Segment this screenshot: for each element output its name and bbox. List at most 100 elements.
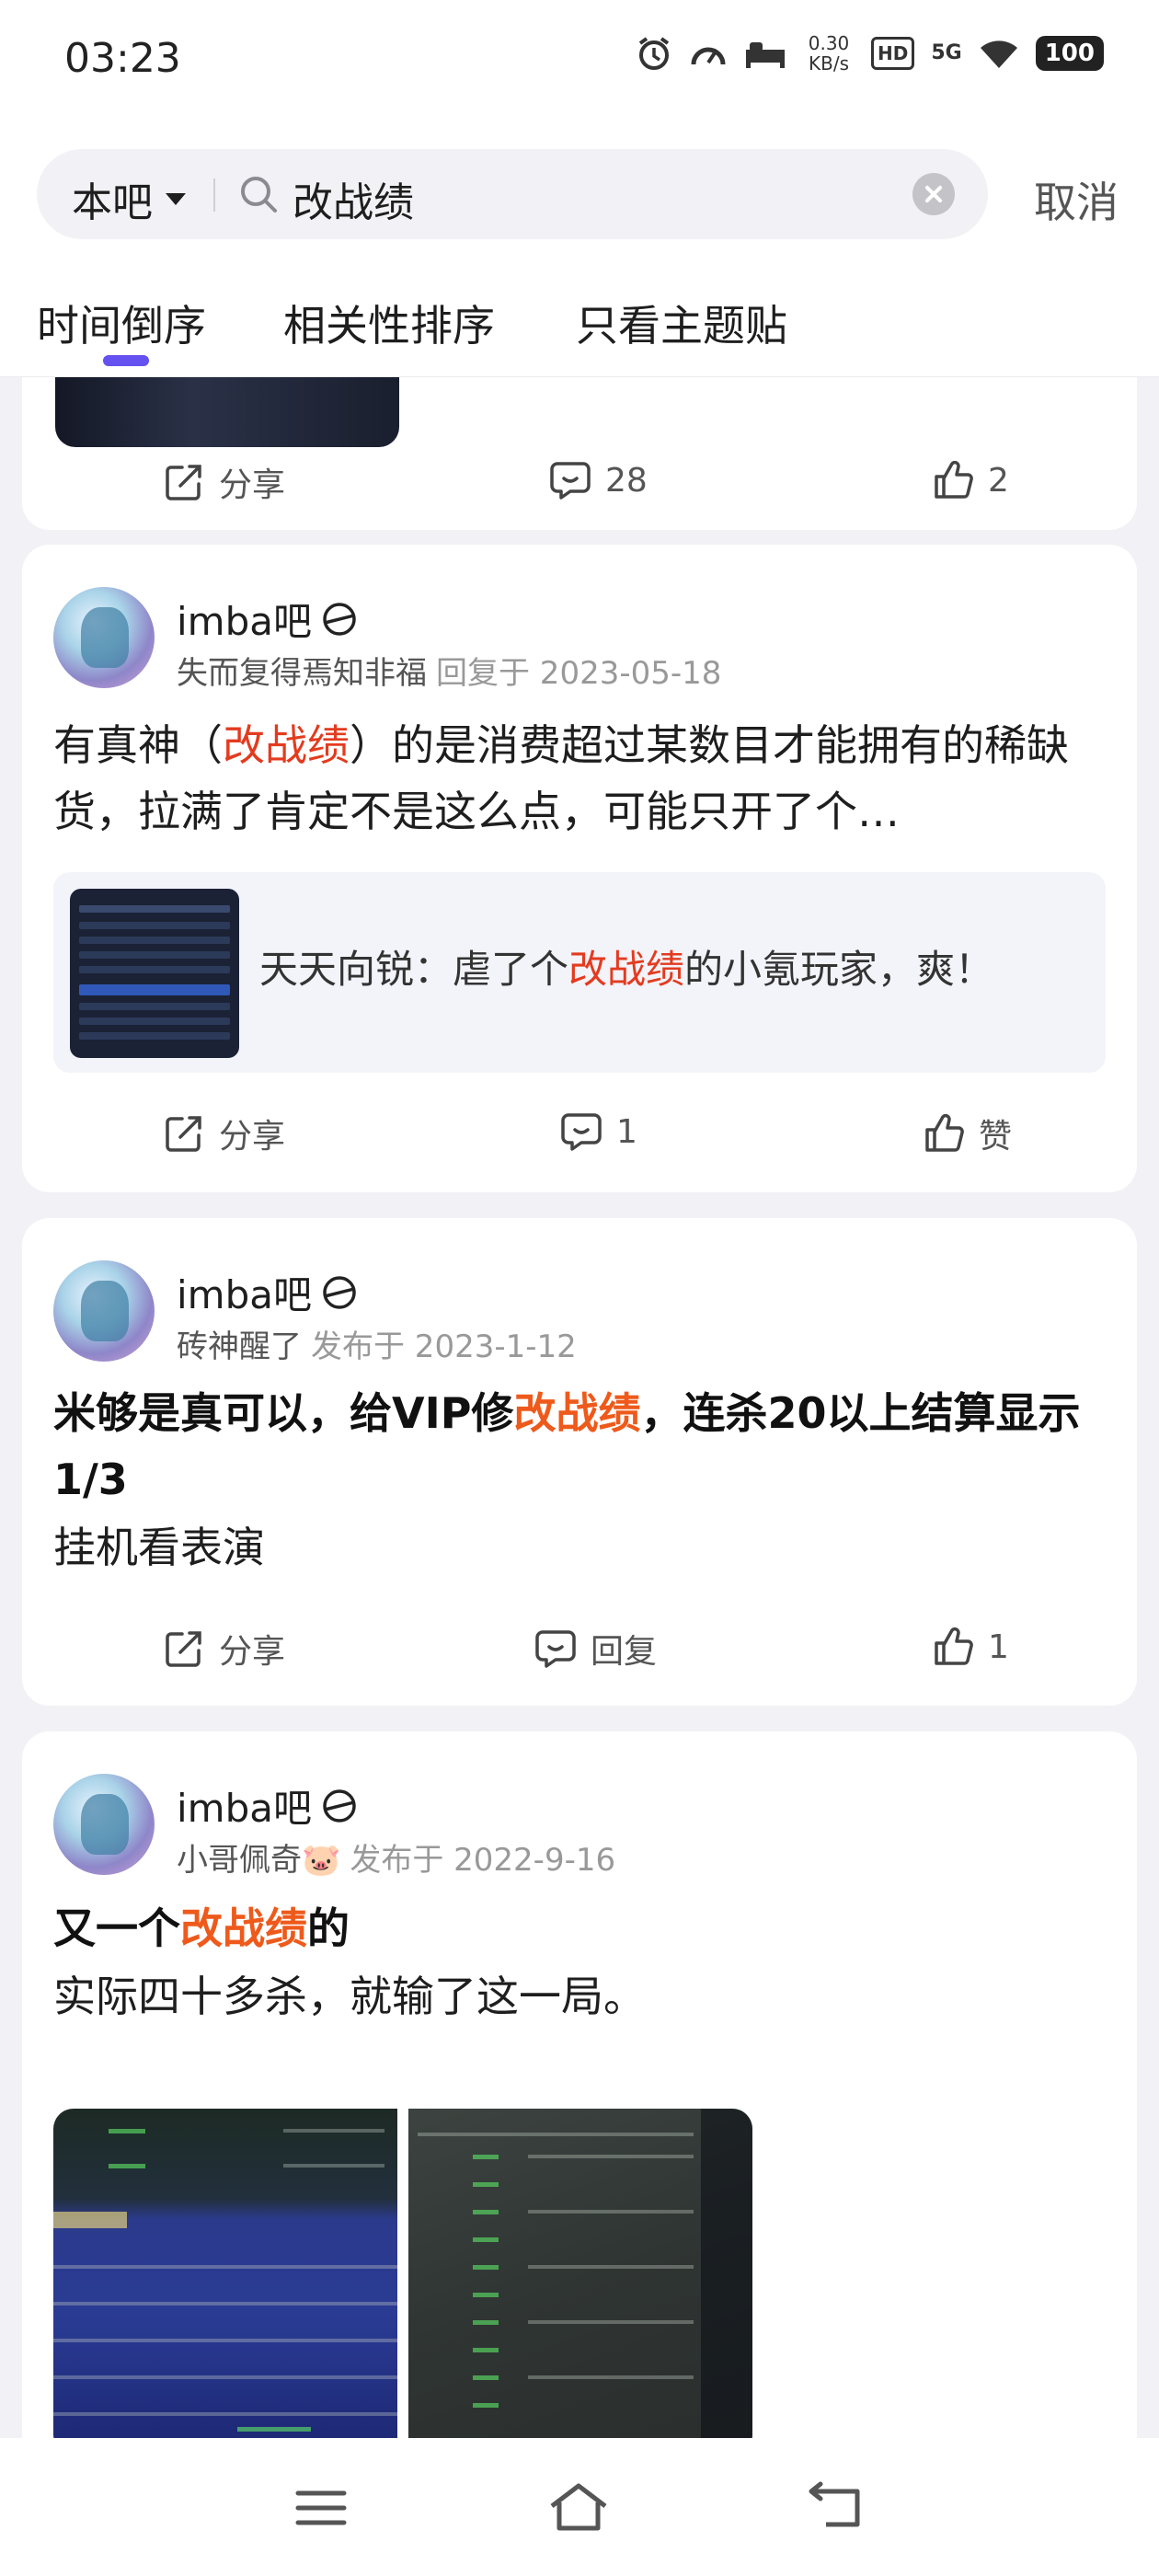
status-icons: 0.30 KB/s HD 5G 100 bbox=[636, 33, 1104, 74]
like-button[interactable]: 赞 bbox=[922, 1110, 1012, 1157]
comment-button[interactable]: 28 bbox=[548, 458, 648, 502]
highlight-keyword: 改战绩 bbox=[223, 720, 350, 770]
share-icon bbox=[166, 1116, 201, 1152]
post-body[interactable]: 挂机看表演 bbox=[53, 1514, 1111, 1581]
like-count: 1 bbox=[988, 1627, 1009, 1666]
quoted-post-thumbnail bbox=[70, 889, 239, 1058]
comment-count: 1 bbox=[616, 1112, 637, 1151]
comment-icon bbox=[561, 1113, 602, 1151]
forum-label: imba吧 bbox=[177, 1786, 312, 1831]
tab-time-desc[interactable]: 时间倒序 bbox=[37, 293, 206, 353]
signal-label: 5G bbox=[931, 41, 962, 64]
alarm-icon bbox=[638, 37, 670, 70]
share-button[interactable]: 分享 bbox=[162, 458, 285, 506]
highlight-keyword: 改战绩 bbox=[180, 1903, 307, 1953]
forum-name[interactable]: imba吧 bbox=[177, 1777, 358, 1834]
post-body[interactable]: 有真神（改战绩）的是消费超过某数目才能拥有的稀缺货，拉满了肯定不是这么点，可能只… bbox=[53, 712, 1111, 845]
comment-button[interactable]: 1 bbox=[559, 1110, 637, 1154]
like-count: 2 bbox=[988, 461, 1009, 500]
network-speed-value: 0.30 bbox=[808, 32, 850, 54]
search-divider bbox=[213, 178, 215, 212]
title-text: 米够是真可以，给VIP修 bbox=[53, 1388, 514, 1438]
speedometer-icon bbox=[691, 47, 726, 65]
hd-badge: HD bbox=[871, 37, 915, 70]
highlight-keyword: 改战绩 bbox=[568, 947, 685, 992]
search-scope-label: 本吧 bbox=[72, 179, 153, 226]
post-title[interactable]: 又一个改战绩的 bbox=[53, 1895, 1120, 1961]
system-navigation-bar bbox=[0, 2438, 1159, 2576]
title-text: 又一个 bbox=[53, 1903, 180, 1953]
like-button[interactable]: 1 bbox=[931, 1625, 1009, 1669]
forum-name[interactable]: imba吧 bbox=[177, 1264, 358, 1320]
highlight-keyword: 改战绩 bbox=[513, 1388, 641, 1438]
status-bar: 03:23 0.30 KB/s HD 5G 100 bbox=[0, 0, 1159, 120]
wifi-icon bbox=[980, 40, 1017, 68]
reply-label: 回复 bbox=[591, 1633, 658, 1671]
share-button[interactable]: 分享 bbox=[162, 1110, 285, 1157]
author-name[interactable]: 砖神醒了 bbox=[177, 1328, 302, 1365]
post-card[interactable]: 分享 28 2 bbox=[22, 377, 1137, 530]
post-card[interactable]: imba吧 小哥佩奇🐷 发布于 2022-9-16 又一个改战绩的 实际四十多杀，… bbox=[22, 1731, 1137, 2438]
search-results-feed[interactable]: 分享 28 2 imba吧 失而复得焉知非福 回复于 2023-05-18 有真神… bbox=[0, 377, 1159, 2438]
tab-threads-only[interactable]: 只看主题贴 bbox=[576, 293, 787, 353]
back-icon[interactable] bbox=[804, 2480, 868, 2536]
post-card[interactable]: imba吧 砖神醒了 发布于 2023-1-12 米够是真可以，给VIP修改战绩，… bbox=[22, 1218, 1137, 1706]
search-box[interactable]: 本吧 改战绩 bbox=[37, 149, 988, 239]
like-label: 赞 bbox=[979, 1118, 1013, 1156]
post-image-grid bbox=[53, 2109, 752, 2438]
body-text: 有真神（ bbox=[53, 720, 223, 770]
menu-icon[interactable] bbox=[289, 2480, 353, 2536]
post-actions: 分享 1 赞 bbox=[22, 1110, 1137, 1165]
comment-icon bbox=[550, 462, 591, 500]
comment-button[interactable]: 回复 bbox=[534, 1625, 657, 1673]
avatar[interactable] bbox=[53, 1774, 155, 1875]
post-image[interactable] bbox=[408, 2109, 752, 2438]
post-time: 回复于 2023-05-18 bbox=[436, 655, 722, 692]
author-name[interactable]: 小哥佩奇🐷 bbox=[177, 1842, 340, 1879]
forum-badge-icon bbox=[323, 602, 356, 636]
sort-tabs: 时间倒序 相关性排序 只看主题贴 bbox=[0, 267, 1159, 377]
battery-indicator: 100 bbox=[1035, 36, 1104, 71]
post-image[interactable] bbox=[55, 377, 399, 447]
share-icon bbox=[166, 1631, 201, 1667]
forum-label: imba吧 bbox=[177, 599, 312, 644]
like-button[interactable]: 2 bbox=[931, 458, 1009, 502]
post-time: 发布于 2022-9-16 bbox=[350, 1842, 616, 1879]
network-speed-unit: KB/s bbox=[809, 52, 849, 75]
share-label: 分享 bbox=[219, 1633, 286, 1671]
forum-name[interactable]: imba吧 bbox=[177, 591, 358, 647]
forum-badge-icon bbox=[323, 1788, 356, 1823]
post-card[interactable]: imba吧 失而复得焉知非福 回复于 2023-05-18 有真神（改战绩）的是消… bbox=[22, 545, 1137, 1192]
share-label: 分享 bbox=[219, 466, 286, 504]
post-meta: 砖神醒了 发布于 2023-1-12 bbox=[177, 1321, 577, 1366]
search-icon bbox=[241, 177, 277, 213]
post-body[interactable]: 实际四十多杀，就输了这一局。 bbox=[53, 1963, 1111, 2030]
tab-relevance[interactable]: 相关性排序 bbox=[283, 293, 495, 353]
title-text: 的 bbox=[307, 1903, 350, 1953]
share-label: 分享 bbox=[219, 1118, 286, 1156]
forum-badge-icon bbox=[323, 1275, 356, 1309]
author-name[interactable]: 失而复得焉知非福 bbox=[177, 655, 427, 692]
thumbs-up-icon bbox=[935, 460, 973, 499]
thumbs-up-icon bbox=[925, 1113, 964, 1152]
post-image[interactable] bbox=[53, 2109, 397, 2438]
post-time: 发布于 2023-1-12 bbox=[311, 1328, 577, 1365]
avatar[interactable] bbox=[53, 1260, 155, 1362]
share-button[interactable]: 分享 bbox=[162, 1625, 285, 1673]
search-input[interactable]: 改战绩 bbox=[293, 169, 414, 228]
post-title[interactable]: 米够是真可以，给VIP修改战绩，连杀20以上结算显示1/3 bbox=[53, 1380, 1120, 1512]
clear-icon[interactable] bbox=[912, 173, 955, 215]
cancel-button[interactable]: 取消 bbox=[1034, 169, 1119, 230]
chevron-down-icon bbox=[166, 192, 186, 205]
bed-icon bbox=[746, 42, 785, 68]
avatar[interactable] bbox=[53, 587, 155, 688]
comment-icon bbox=[535, 1630, 576, 1668]
quoted-post-text: 天天向锐：虐了个改战绩的小氪玩家，爽！ bbox=[259, 938, 993, 995]
post-meta: 小哥佩奇🐷 发布于 2022-9-16 bbox=[177, 1834, 615, 1880]
search-scope-dropdown[interactable]: 本吧 bbox=[72, 169, 186, 228]
post-actions: 分享 回复 1 bbox=[22, 1625, 1137, 1680]
quoted-post[interactable]: 天天向锐：虐了个改战绩的小氪玩家，爽！ bbox=[53, 872, 1106, 1073]
signal-indicator: 5G bbox=[931, 41, 962, 64]
network-speed: 0.30 KB/s bbox=[803, 33, 855, 74]
home-icon[interactable] bbox=[546, 2480, 611, 2536]
